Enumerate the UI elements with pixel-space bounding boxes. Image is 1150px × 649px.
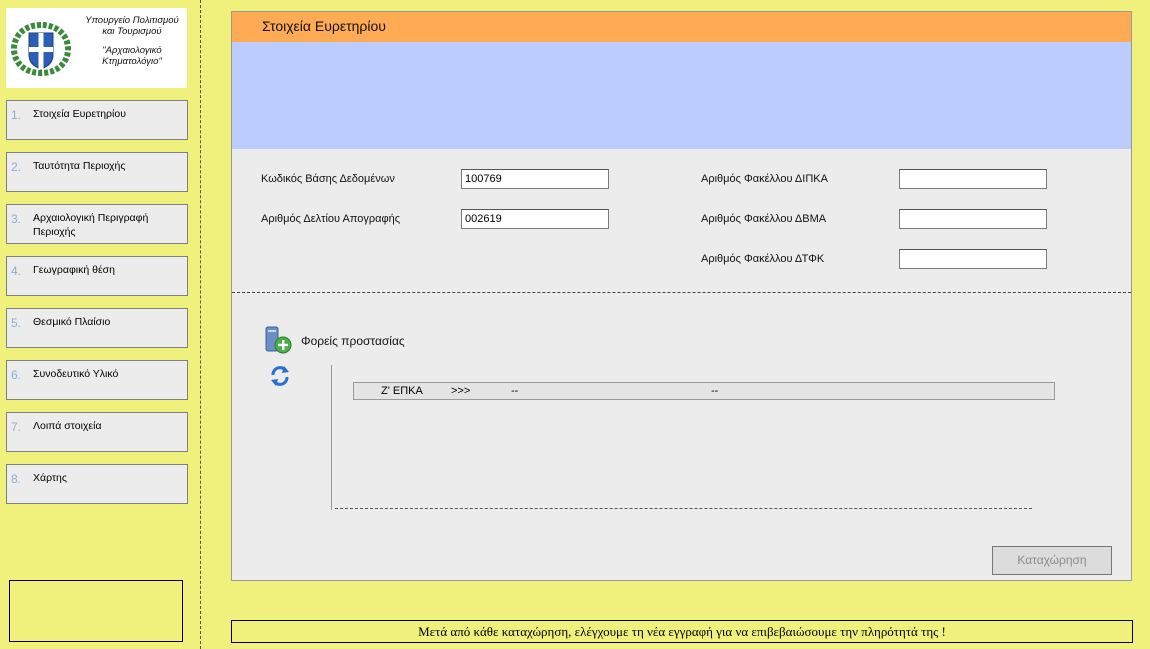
sidebar-item-accompanying-material[interactable]: 6. Συνοδευτικό Υλικό (6, 360, 188, 400)
sidebar-item-label: Συνοδευτικό Υλικό (33, 368, 119, 380)
protection-body-field-a: -- (511, 385, 519, 397)
sidebar-item-area-identity[interactable]: 2. Ταυτότητα Περιοχής (6, 152, 188, 192)
section-divider (232, 292, 1131, 293)
dipka-folder-label: Αριθμός Φακέλλου ΔΙΠΚΑ (701, 173, 828, 185)
sidebar-item-number: 8. (11, 472, 22, 486)
sidebar-item-other-data[interactable]: 7. Λοιπά στοιχεία (6, 412, 188, 452)
sidebar-item-number: 5. (11, 316, 22, 330)
panel-header: Στοιχεία Ευρετηρίου (232, 12, 1131, 42)
sidebar-item-legal-framework[interactable]: 5. Θεσμικό Πλαίσιο (6, 308, 188, 348)
protection-body-field-b: -- (711, 385, 719, 397)
sidebar-item-label: Στοιχεία Ευρετηρίου (33, 108, 126, 120)
sidebar-item-number: 3. (11, 212, 22, 226)
inventory-number-label: Αριθμός Δελτίου Απογραφής (261, 213, 401, 225)
db-code-input[interactable] (461, 169, 609, 189)
sidebar-item-label: Χάρτης (33, 472, 67, 484)
sidebar-item-geographic-position[interactable]: 4. Γεωγραφική θέση (6, 256, 188, 296)
sidebar-item-number: 7. (11, 420, 22, 434)
sidebar-divider (200, 0, 201, 649)
dtfk-folder-label: Αριθμός Φακέλλου ΔΤΦΚ (701, 253, 825, 265)
sidebar-item-label: Αρχαιολογική Περιγραφή Περιοχής (33, 212, 149, 238)
panel-info-band (232, 42, 1131, 149)
inventory-number-input[interactable] (461, 209, 609, 229)
sidebar-item-label: Γεωγραφική θέση (33, 264, 115, 276)
sidebar-item-label: Λοιπά στοιχεία (33, 420, 102, 432)
dvma-folder-label: Αριθμός Φακέλλου ΔΒΜΑ (701, 213, 827, 225)
sidebar-item-number: 2. (11, 160, 22, 174)
footer-message: Μετά από κάθε καταχώρηση, ελέγχουμε τη ν… (231, 620, 1133, 643)
sidebar-item-label: Θεσμικό Πλαίσιο (33, 316, 111, 328)
list-bottom-border (335, 508, 1032, 509)
logo-line-cadastre: "Αρχαιολογικό Κτηματολόγιο" (102, 45, 162, 67)
sidebar-item-number: 4. (11, 264, 22, 278)
sidebar-item-archaeological-description[interactable]: 3. Αρχαιολογική Περιγραφή Περιοχής (6, 204, 188, 244)
logo-line-ministry: Υπουργείο Πολιτισμού και Τουρισμού (85, 15, 179, 37)
sidebar-empty-box (9, 580, 183, 642)
greek-emblem-icon (10, 21, 72, 77)
protection-bodies-title: Φορείς προστασίας (301, 334, 405, 348)
panel-title: Στοιχεία Ευρετηρίου (262, 18, 386, 34)
table-row[interactable]: Ζ' ΕΠΚΑ >>> -- -- (353, 382, 1055, 400)
dipka-folder-input[interactable] (899, 169, 1047, 189)
submit-button[interactable]: Καταχώρηση (992, 546, 1112, 575)
sidebar-item-number: 6. (11, 368, 22, 382)
add-folder-icon[interactable] (264, 325, 294, 358)
list-left-border (331, 365, 332, 510)
dtfk-folder-input[interactable] (899, 249, 1047, 269)
sidebar-item-index[interactable]: 1. Στοιχεία Ευρετηρίου (6, 100, 188, 140)
ministry-logo: Υπουργείο Πολιτισμού και Τουρισμού "Αρχα… (6, 8, 187, 88)
db-code-label: Κωδικός Βάσης Δεδομένων (261, 173, 395, 185)
dvma-folder-input[interactable] (899, 209, 1047, 229)
sidebar-item-map[interactable]: 8. Χάρτης (6, 464, 188, 504)
index-panel: Στοιχεία Ευρετηρίου Κωδικός Βάσης Δεδομέ… (231, 11, 1132, 581)
refresh-icon[interactable] (268, 364, 292, 391)
sidebar-item-label: Ταυτότητα Περιοχής (33, 160, 126, 172)
protection-body-name: Ζ' ΕΠΚΑ (381, 385, 423, 397)
protection-body-arrow: >>> (451, 385, 471, 397)
sidebar-item-number: 1. (11, 108, 22, 122)
